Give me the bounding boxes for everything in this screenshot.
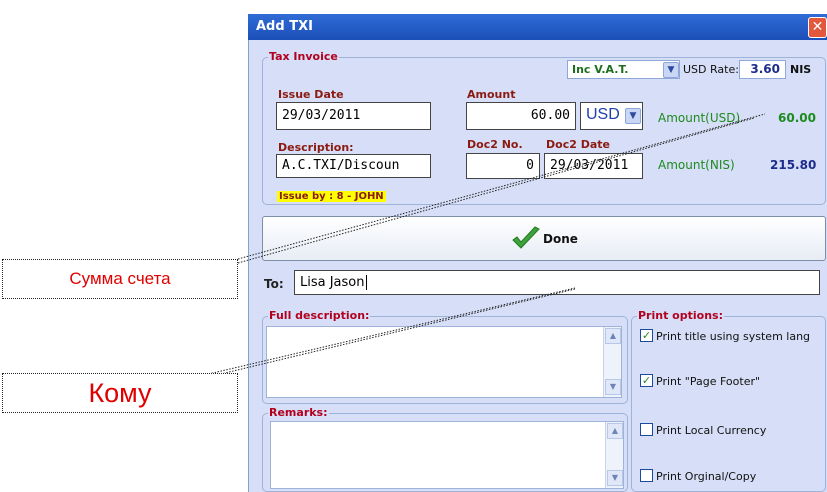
usd-rate-label: USD Rate: bbox=[683, 63, 739, 76]
full-description-textarea[interactable]: ▲ ▼ bbox=[266, 326, 622, 398]
to-value: Lisa Jason bbox=[300, 275, 365, 290]
print-local-currency-option[interactable]: Print Local Currency bbox=[640, 423, 824, 439]
to-callout: Кому bbox=[2, 373, 238, 413]
checkbox-checked[interactable]: ✓ bbox=[640, 329, 653, 342]
print-title-label: Print title using system lang bbox=[656, 330, 811, 343]
checkbox-unchecked[interactable] bbox=[640, 469, 653, 482]
print-options-legend: Print options: bbox=[637, 309, 724, 322]
currency-value: USD bbox=[586, 106, 620, 123]
amount-callout: Сумма счета bbox=[2, 259, 238, 299]
full-description-legend: Full description: bbox=[268, 309, 371, 322]
window-title: Add TXI bbox=[248, 14, 827, 40]
amount-usd-value: 60.00 bbox=[778, 111, 816, 125]
vat-select[interactable]: Inc V.A.T. ▼ bbox=[567, 60, 680, 79]
print-page-footer-option[interactable]: ✓ Print "Page Footer" bbox=[640, 374, 824, 390]
print-original-copy-option[interactable]: Print Orginal/Copy bbox=[640, 469, 824, 485]
scroll-up-icon[interactable]: ▲ bbox=[607, 423, 623, 439]
to-label: To: bbox=[264, 277, 284, 291]
description-field[interactable]: A.C.TXI/Discoun bbox=[276, 154, 431, 178]
remarks-legend: Remarks: bbox=[268, 406, 329, 419]
scroll-down-icon[interactable]: ▼ bbox=[607, 470, 623, 486]
remarks-scrollbar[interactable]: ▲ ▼ bbox=[605, 422, 623, 488]
doc2-date-label: Doc2 Date bbox=[546, 138, 610, 151]
print-local-currency-label: Print Local Currency bbox=[656, 424, 767, 437]
amount-nis-value: 215.80 bbox=[770, 158, 817, 172]
doc2-no-label: Doc2 No. bbox=[467, 138, 523, 151]
done-button[interactable]: Done bbox=[262, 216, 826, 261]
scroll-down-icon[interactable]: ▼ bbox=[605, 379, 621, 395]
scroll-up-icon[interactable]: ▲ bbox=[605, 328, 621, 344]
to-field[interactable]: Lisa Jason bbox=[294, 270, 820, 295]
amount-nis-label: Amount(NIS) bbox=[658, 158, 735, 172]
issue-date-label: Issue Date bbox=[278, 88, 344, 101]
amount-field[interactable]: 60.00 bbox=[466, 102, 576, 130]
vat-select-value: Inc V.A.T. bbox=[572, 63, 629, 76]
print-title-option[interactable]: ✓ Print title using system lang bbox=[640, 329, 824, 345]
issue-by-label: Issue by : 8 - JOHN bbox=[277, 191, 386, 202]
amount-value: 60.00 bbox=[530, 108, 570, 123]
amount-label: Amount bbox=[467, 88, 516, 101]
tax-invoice-group bbox=[262, 57, 826, 205]
checkbox-checked[interactable]: ✓ bbox=[640, 374, 653, 387]
amount-usd-label: Amount(USD) bbox=[658, 111, 741, 125]
currency-select[interactable]: USD ▼ bbox=[580, 102, 643, 130]
remarks-textarea[interactable]: ▲ ▼ bbox=[270, 421, 624, 489]
chevron-down-icon[interactable]: ▼ bbox=[625, 108, 641, 124]
description-label: Description: bbox=[278, 141, 354, 154]
tax-invoice-legend: Tax Invoice bbox=[268, 50, 339, 63]
description-value: A.C.TXI/Discoun bbox=[282, 158, 400, 173]
usd-rate-field[interactable]: 3.60 bbox=[739, 60, 786, 79]
print-page-footer-label: Print "Page Footer" bbox=[656, 375, 761, 388]
usd-rate-value: 3.60 bbox=[750, 62, 780, 76]
to-callout-text: Кому bbox=[88, 378, 152, 408]
issue-date-value: 29/03/2011 bbox=[282, 108, 361, 123]
chevron-down-icon[interactable]: ▼ bbox=[663, 62, 679, 78]
amount-callout-text: Сумма счета bbox=[69, 269, 171, 288]
done-label: Done bbox=[543, 232, 578, 246]
close-icon: ✕ bbox=[811, 19, 824, 35]
checkbox-unchecked[interactable] bbox=[640, 423, 653, 436]
doc2-date-field[interactable]: 29/03/2011 bbox=[544, 153, 643, 179]
full-description-scrollbar[interactable]: ▲ ▼ bbox=[603, 327, 621, 397]
print-original-copy-label: Print Orginal/Copy bbox=[656, 470, 757, 483]
issue-date-field[interactable]: 29/03/2011 bbox=[276, 102, 431, 130]
doc2-no-field[interactable]: 0 bbox=[466, 153, 540, 179]
checkmark-icon bbox=[512, 226, 540, 249]
doc2-no-value: 0 bbox=[526, 158, 534, 173]
doc2-date-value: 29/03/2011 bbox=[550, 158, 629, 173]
usd-rate-unit: NIS bbox=[790, 63, 812, 76]
close-button[interactable]: ✕ bbox=[808, 17, 827, 38]
